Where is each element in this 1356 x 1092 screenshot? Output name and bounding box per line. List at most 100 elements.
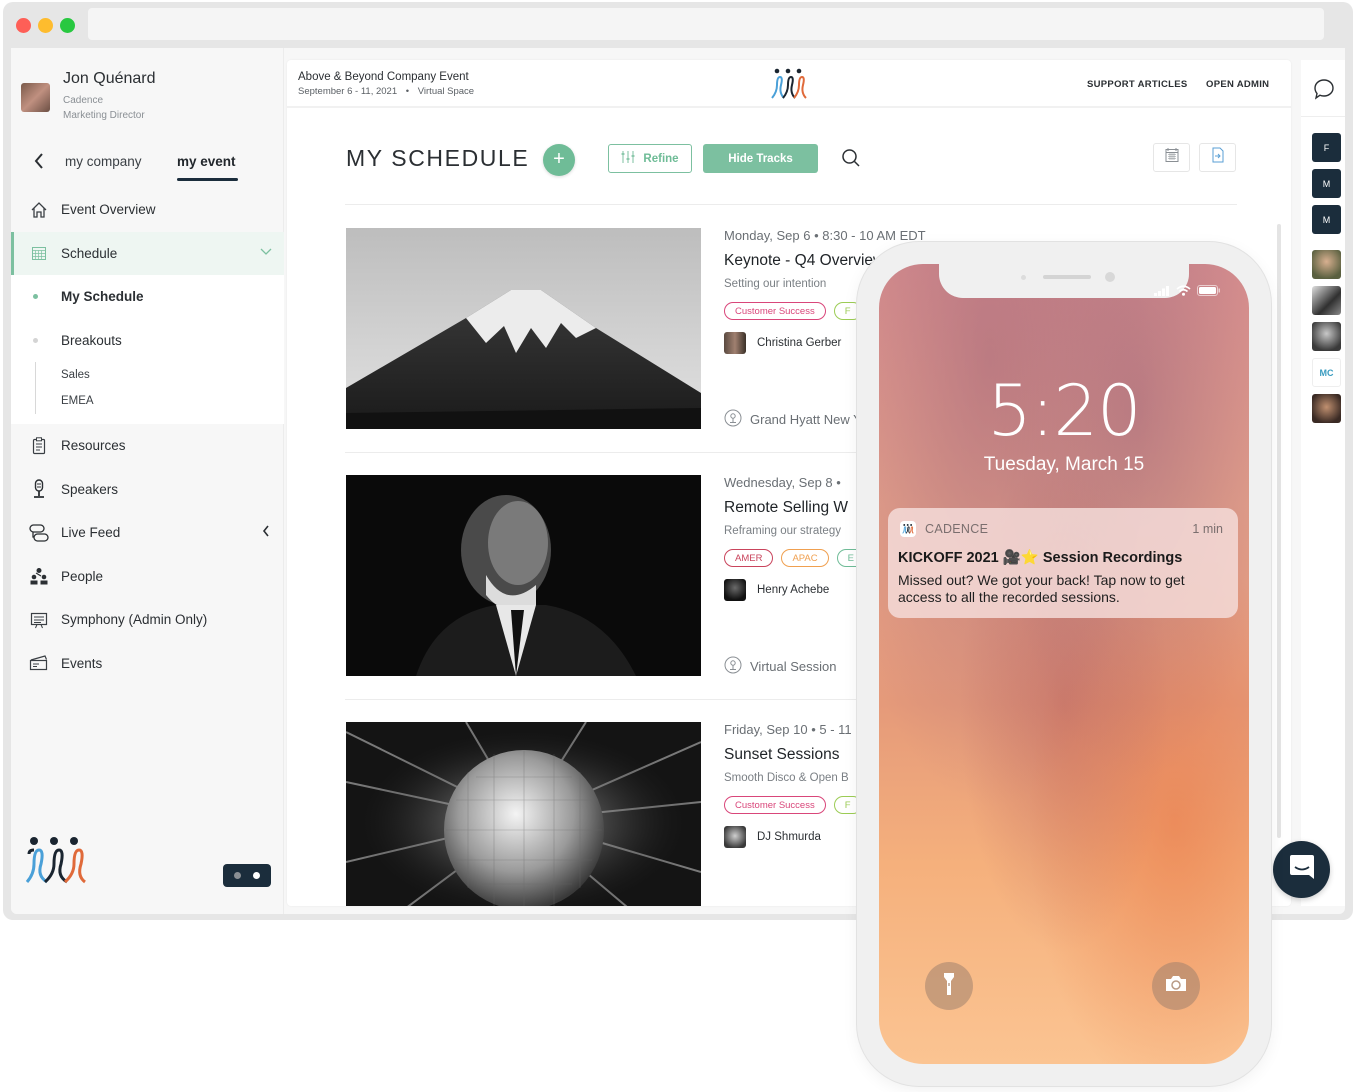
sidebar-item-label: Event Overview [61, 202, 156, 218]
sidebar-item-emea[interactable]: EMEA [61, 388, 284, 414]
support-articles-link[interactable]: SUPPORT ARTICLES [1087, 79, 1188, 90]
user-profile[interactable]: Jon Quénard Cadence Marketing Director [21, 70, 156, 123]
sidebar-item-resources[interactable]: Resources [11, 424, 284, 468]
scrollbar[interactable] [1277, 224, 1281, 838]
calendar-icon [1165, 147, 1179, 168]
hide-tracks-button[interactable]: Hide Tracks [703, 144, 818, 173]
session-date: Wednesday, Sep 8 • [724, 475, 841, 490]
wifi-icon [1176, 283, 1191, 301]
lock-screen-time: 5:20 [987, 370, 1141, 452]
attendee-avatar[interactable] [1312, 322, 1341, 351]
message-icon [1289, 853, 1315, 886]
speaker-name: DJ Shmurda [757, 831, 821, 843]
add-session-button[interactable]: + [543, 144, 575, 176]
presentation-icon [29, 610, 49, 630]
flashlight-button[interactable] [925, 962, 973, 1010]
sidebar-item-label: Symphony (Admin Only) [61, 612, 208, 628]
address-bar[interactable] [88, 8, 1324, 40]
microphone-icon [29, 479, 49, 499]
divider [1301, 116, 1345, 117]
file-export-icon [1211, 147, 1225, 168]
sidebar-item-label: Breakouts [61, 332, 122, 348]
refine-button[interactable]: Refine [608, 144, 692, 173]
session-info: Wednesday, Sep 8 • Remote Selling W Refr… [724, 475, 865, 601]
sidebar-item-label: Live Feed [61, 525, 121, 541]
sidebar-item-my-schedule[interactable]: My Schedule [11, 275, 284, 319]
sidebar-item-sales[interactable]: Sales [61, 362, 284, 388]
push-notification[interactable]: CADENCE 1 min KICKOFF 2021 🎥⭐ Session Re… [888, 508, 1238, 618]
attendee-avatar[interactable]: M [1312, 205, 1341, 234]
session-image-portrait [346, 475, 701, 676]
feed-icon [29, 523, 49, 543]
help-chat-launcher[interactable] [1273, 841, 1330, 898]
phone-notch [939, 264, 1189, 298]
back-chevron-icon[interactable] [33, 152, 45, 176]
export-button[interactable] [1199, 143, 1236, 172]
session-info: Friday, Sep 10 • 5 - 11 Sunset Sessions … [724, 722, 862, 848]
event-header: Above & Beyond Company Event September 6… [287, 60, 1291, 108]
search-icon[interactable] [841, 148, 861, 173]
schedule-header: MY SCHEDULE + Refine Hide Tracks [287, 108, 1291, 208]
session-speaker[interactable]: Henry Achebe [724, 579, 865, 601]
sidebar-item-symphony[interactable]: Symphony (Admin Only) [11, 598, 284, 642]
notification-body: Missed out? We got your back! Tap now to… [898, 572, 1185, 605]
location-label: Virtual Session [750, 659, 837, 674]
sidebar-item-label: Schedule [61, 245, 118, 261]
chevron-down-icon[interactable] [260, 244, 272, 259]
sidebar-item-live-feed[interactable]: Live Feed [11, 511, 284, 555]
attendee-avatar[interactable] [1312, 286, 1341, 315]
chevron-left-icon[interactable] [262, 524, 270, 540]
home-icon [29, 200, 49, 220]
signal-icon [1154, 283, 1170, 301]
speaker-grille [1043, 275, 1091, 279]
session-speaker[interactable]: DJ Shmurda [724, 826, 862, 848]
session-subtitle: Smooth Disco & Open B [724, 772, 849, 784]
schedule-subnav: My Schedule Breakouts Sales EMEA [11, 275, 284, 424]
sidebar-item-schedule[interactable]: Schedule [11, 231, 284, 275]
tab-my-company[interactable]: my company [65, 154, 142, 169]
attendee-avatar[interactable]: F [1312, 133, 1341, 162]
location-pin-icon [724, 409, 742, 430]
camera-icon [1165, 975, 1187, 997]
attendee-avatar[interactable] [1312, 250, 1341, 279]
attendee-avatar[interactable] [1312, 394, 1341, 423]
sidebar-item-label: My Schedule [61, 289, 144, 305]
minimize-window-button[interactable] [38, 18, 53, 33]
sidebar-item-speakers[interactable]: Speakers [11, 468, 284, 512]
tag-apac[interactable]: APAC [781, 549, 829, 567]
maximize-window-button[interactable] [60, 18, 75, 33]
session-tags: AMER APAC E [724, 549, 865, 567]
session-image-mountain [346, 228, 701, 429]
filter-sliders-icon [621, 150, 635, 167]
speaker-name: Henry Achebe [757, 584, 830, 596]
theme-toggle[interactable] [223, 864, 271, 887]
calendar-view-button[interactable] [1153, 143, 1190, 172]
sidebar-item-event-overview[interactable]: Event Overview [11, 188, 284, 232]
active-tab-indicator [177, 178, 238, 181]
sidebar-item-events[interactable]: Events [11, 642, 284, 686]
tag-customer-success[interactable]: Customer Success [724, 302, 826, 320]
sidebar-item-label: Speakers [61, 481, 119, 497]
session-title[interactable]: Remote Selling W [724, 499, 865, 517]
attendee-avatar[interactable]: M [1312, 169, 1341, 198]
camera-button[interactable] [1152, 962, 1200, 1010]
cadence-logo[interactable] [771, 68, 807, 105]
sidebar-item-people[interactable]: People [11, 555, 284, 599]
attendee-avatar[interactable]: MC [1312, 358, 1341, 387]
tag-customer-success[interactable]: Customer Success [724, 796, 826, 814]
session-title[interactable]: Sunset Sessions [724, 746, 862, 764]
speaker-avatar [724, 826, 746, 848]
tab-my-event[interactable]: my event [177, 154, 236, 169]
event-dates: September 6 - 11, 2021 [298, 86, 398, 97]
chat-bubble-icon[interactable] [1313, 78, 1335, 105]
profile-company: Cadence [63, 95, 104, 106]
open-admin-link[interactable]: OPEN ADMIN [1206, 79, 1269, 90]
sidebar-item-breakouts[interactable]: Breakouts [11, 319, 284, 363]
sidebar: Jon Quénard Cadence Marketing Director m… [11, 48, 284, 914]
close-window-button[interactable] [16, 18, 31, 33]
document-icon [29, 436, 49, 456]
tag-amer[interactable]: AMER [724, 549, 774, 567]
notification-time: 1 min [1192, 522, 1223, 536]
event-subtitle: September 6 - 11, 2021 • Virtual Space [298, 86, 475, 97]
profile-name: Jon Quénard [63, 70, 156, 87]
